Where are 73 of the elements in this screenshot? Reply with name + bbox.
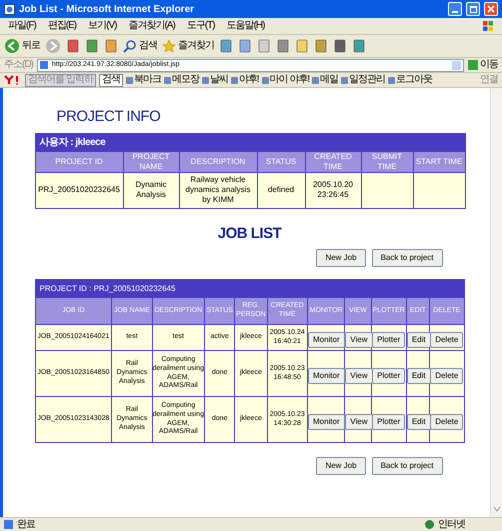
page-icon — [4, 520, 13, 529]
section-title: PROJECT INFO — [56, 107, 162, 127]
column-header: SUBMIT TIME — [361, 151, 413, 172]
action-button[interactable]: Monitor — [308, 332, 345, 348]
globe-icon — [425, 520, 434, 529]
favorites-button[interactable]: 즐겨찾기 — [162, 39, 214, 53]
column-header: CREATED TIME — [305, 151, 361, 172]
column-header: START TIME — [413, 151, 466, 172]
link-item[interactable]: 야후! — [230, 75, 259, 85]
action-button[interactable]: Plotter — [372, 414, 406, 430]
action-button[interactable]: Monitor — [308, 368, 345, 384]
maximize-button[interactable] — [466, 2, 480, 16]
address-label: 주소(D) — [4, 60, 33, 70]
page-button[interactable]: Back to project — [372, 457, 442, 475]
back-icon — [4, 38, 20, 54]
action-button[interactable]: View — [345, 368, 372, 384]
menu-item[interactable]: 보기(V) — [88, 21, 116, 31]
browser-icon — [4, 4, 15, 14]
page-button[interactable]: New Job — [316, 457, 366, 475]
action-button[interactable]: Plotter — [372, 332, 406, 348]
user-bar: 사용자 : jkleece — [35, 133, 466, 151]
column-header: PROJECT ID — [35, 151, 123, 172]
action-button[interactable]: Delete — [430, 368, 464, 384]
zone-text: 인터넷 — [438, 520, 466, 530]
back-button[interactable]: 뒤로 — [4, 38, 40, 54]
column-header: DESCRIPTION — [179, 151, 257, 172]
action-button[interactable]: Delete — [430, 414, 464, 430]
search-icon — [123, 39, 137, 53]
action-button[interactable]: Monitor — [308, 414, 345, 430]
minimize-button[interactable] — [448, 2, 462, 16]
go-button[interactable]: 이동 — [468, 60, 498, 70]
column-header: PROJECT NAME — [123, 151, 179, 172]
star-icon — [162, 39, 176, 53]
window-title: Job List - Microsoft Internet Explorer — [19, 2, 196, 16]
column-header: STATUS — [257, 151, 305, 172]
link-item[interactable]: 메모장 — [164, 75, 199, 85]
search-button[interactable]: 검색 — [123, 39, 157, 53]
menu-item[interactable]: 편집(E) — [48, 21, 76, 31]
page-button[interactable]: Back to project — [372, 249, 442, 267]
scrollbar[interactable] — [490, 88, 502, 517]
table-cell: Railway vehicle dynamics analysis by KIMM — [179, 172, 257, 208]
menu-item[interactable]: 도움말(H) — [226, 21, 264, 31]
menu-item[interactable]: 도구(T) — [186, 21, 215, 31]
link-item[interactable]: 마이 야후! — [262, 75, 310, 85]
menu-item[interactable]: 즐겨찾기(A) — [128, 21, 175, 31]
status-text: 완료 — [17, 520, 35, 530]
project-id-bar: PROJECT ID : PRJ_20051020232645 — [35, 280, 464, 298]
scroll-down-icon[interactable] — [492, 505, 500, 513]
link-item[interactable]: 메일 — [312, 75, 338, 85]
action-button[interactable]: Edit — [406, 332, 431, 348]
action-button[interactable]: Edit — [406, 414, 431, 430]
link-item[interactable]: 일정관리 — [341, 75, 386, 85]
action-button[interactable]: View — [345, 332, 372, 348]
table-cell: PRJ_20051020232645 — [35, 172, 123, 208]
table-cell: 2005.10.20 23:26:45 — [305, 172, 361, 208]
action-button[interactable]: Edit — [406, 368, 431, 384]
link-item[interactable]: 날씨 — [202, 75, 228, 85]
action-button[interactable]: Delete — [430, 332, 464, 348]
windows-logo-icon — [482, 20, 494, 32]
close-icon — [487, 5, 495, 13]
close-button[interactable] — [484, 2, 498, 16]
action-button[interactable]: Plotter — [372, 368, 406, 384]
search-button[interactable]: 검색 — [98, 74, 123, 86]
action-button[interactable]: View — [345, 414, 372, 430]
link-item[interactable]: 로그아웃 — [388, 75, 432, 85]
links-label: 연결 — [480, 75, 498, 85]
page-button[interactable]: New Job — [316, 249, 366, 267]
menu-item[interactable]: 파일(F) — [8, 21, 36, 31]
link-item[interactable]: 북마크 — [126, 75, 161, 85]
forward-icon[interactable] — [45, 38, 61, 54]
section-title: JOB LIST — [216, 224, 283, 244]
table-cell: Dynamic Analysis — [123, 172, 179, 208]
table-cell: defined — [257, 172, 305, 208]
